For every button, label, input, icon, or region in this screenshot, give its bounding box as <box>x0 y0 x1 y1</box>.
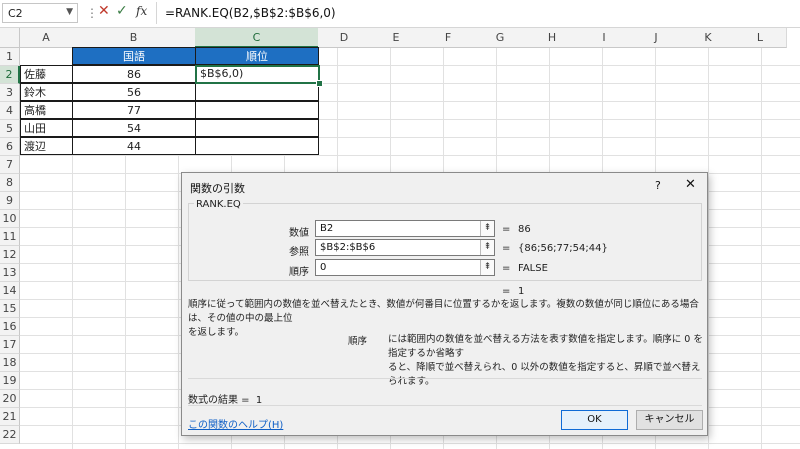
arg-description-name: 順序 <box>348 336 368 347</box>
divider <box>188 405 702 406</box>
arg-label-order: 順序 <box>289 267 309 278</box>
arg-input-order[interactable]: 0 ⇞ <box>315 259 495 276</box>
function-name: RANK.EQ <box>194 199 243 210</box>
score-cell[interactable]: 77 <box>72 101 196 119</box>
row-header-15[interactable]: 15 <box>0 300 20 318</box>
row-header-12[interactable]: 12 <box>0 246 20 264</box>
formula-bar-divider <box>156 2 157 24</box>
name-cell[interactable]: 佐藤 <box>20 65 73 83</box>
name-cell[interactable]: 山田 <box>20 119 73 137</box>
chevron-down-icon[interactable]: ▼ <box>66 7 73 17</box>
equals-sign: = <box>502 224 511 235</box>
row-header-19[interactable]: 19 <box>0 372 20 390</box>
insert-function-icon[interactable]: fx <box>136 4 147 18</box>
row-header-14[interactable]: 14 <box>0 282 20 300</box>
function-arguments-dialog: 関数の引数 ? ✕ RANK.EQ 数値 B2 ⇞ = 86 参照 $B$2:$… <box>181 172 708 436</box>
collapse-dialog-icon[interactable]: ⇞ <box>480 221 494 236</box>
collapse-dialog-icon[interactable]: ⇞ <box>480 260 494 275</box>
column-header-b[interactable]: B <box>72 28 196 48</box>
equals-sign: = <box>502 286 511 297</box>
column-header-j[interactable]: J <box>630 28 683 48</box>
arg-input-number-value: B2 <box>320 223 334 234</box>
column-header-l[interactable]: L <box>734 28 787 48</box>
rank-cell[interactable] <box>195 137 319 155</box>
arg-description-line: ると、降順で並べ替えられ、0 以外の数値を指定すると、昇順で並べ替えられます。 <box>388 362 701 387</box>
column-header-c[interactable]: C <box>195 28 319 48</box>
header-cell-c1[interactable]: 順位 <box>195 47 319 65</box>
collapse-dialog-icon[interactable]: ⇞ <box>480 240 494 255</box>
arg-description: には範囲内の数値を並べ替える方法を表す数値を指定します。順序に 0 を指定するか… <box>388 333 703 389</box>
rank-cell[interactable] <box>195 83 319 101</box>
rank-cell[interactable] <box>195 101 319 119</box>
function-description-line: 順序に従って範囲内の数値を並べ替えたとき、数値が何番目に位置するかを返します。複… <box>188 299 699 324</box>
column-header-e[interactable]: E <box>370 28 423 48</box>
more-options-icon[interactable]: ⋮ <box>86 6 98 20</box>
name-cell[interactable]: 高橋 <box>20 101 73 119</box>
score-cell[interactable]: 86 <box>72 65 196 83</box>
column-header-k[interactable]: K <box>682 28 735 48</box>
formula-result: 数式の結果 = 1 <box>188 391 262 406</box>
select-all-corner[interactable] <box>0 28 20 48</box>
name-cell[interactable]: 渡辺 <box>20 137 73 155</box>
name-box-value: C2 <box>8 7 23 20</box>
row-header-10[interactable]: 10 <box>0 210 20 228</box>
name-cell[interactable]: 鈴木 <box>20 83 73 101</box>
enter-icon[interactable]: ✓ <box>116 3 128 19</box>
row-header-21[interactable]: 21 <box>0 408 20 426</box>
cancel-icon[interactable]: ✕ <box>98 3 110 19</box>
formula-input[interactable]: =RANK.EQ(B2,$B$2:$B$6,0) <box>165 6 336 20</box>
formula-bar: C2 ▼ ⋮ ✕ ✓ fx =RANK.EQ(B2,$B$2:$B$6,0) <box>0 0 800 28</box>
row-header-7[interactable]: 7 <box>0 156 20 174</box>
ok-button[interactable]: OK <box>561 410 628 430</box>
arg-input-ref[interactable]: $B$2:$B$6 ⇞ <box>315 239 495 256</box>
arg-result-order: FALSE <box>518 263 548 274</box>
active-cell-c2[interactable]: $B$6,0) <box>195 65 320 84</box>
arg-description-line: には範囲内の数値を並べ替える方法を表す数値を指定します。順序に 0 を指定するか… <box>388 334 703 359</box>
row-header-4[interactable]: 4 <box>0 102 20 120</box>
fill-handle[interactable] <box>316 80 323 87</box>
score-cell[interactable]: 44 <box>72 137 196 155</box>
column-header-f[interactable]: F <box>422 28 475 48</box>
function-help-link[interactable]: この関数のヘルプ(H) <box>188 416 283 431</box>
row-header-3[interactable]: 3 <box>0 84 20 102</box>
formula-result-inline: 1 <box>518 286 525 297</box>
column-header-g[interactable]: G <box>474 28 527 48</box>
column-header-a[interactable]: A <box>20 28 73 48</box>
divider <box>188 378 702 379</box>
arg-result-ref: {86;56;77;54;44} <box>518 243 608 254</box>
row-header-8[interactable]: 8 <box>0 174 20 192</box>
row-header-20[interactable]: 20 <box>0 390 20 408</box>
score-cell[interactable]: 54 <box>72 119 196 137</box>
column-header-d[interactable]: D <box>318 28 371 48</box>
row-header-13[interactable]: 13 <box>0 264 20 282</box>
arg-input-order-value: 0 <box>320 262 327 273</box>
column-header-h[interactable]: H <box>526 28 579 48</box>
name-box[interactable]: C2 ▼ <box>2 3 78 23</box>
arg-input-ref-value: $B$2:$B$6 <box>320 242 376 253</box>
row-header-11[interactable]: 11 <box>0 228 20 246</box>
row-header-22[interactable]: 22 <box>0 426 20 444</box>
score-cell[interactable]: 56 <box>72 83 196 101</box>
row-header-18[interactable]: 18 <box>0 354 20 372</box>
close-icon[interactable]: ✕ <box>685 177 696 192</box>
column-header-i[interactable]: I <box>578 28 631 48</box>
equals-sign: = <box>502 243 511 254</box>
row-header-16[interactable]: 16 <box>0 318 20 336</box>
cancel-button[interactable]: キャンセル <box>636 410 703 430</box>
arg-label-ref: 参照 <box>289 247 309 258</box>
rank-cell[interactable] <box>195 119 319 137</box>
arg-label-number: 数値 <box>289 228 309 239</box>
row-header-2[interactable]: 2 <box>0 66 20 84</box>
arg-input-number[interactable]: B2 ⇞ <box>315 220 495 237</box>
row-header-5[interactable]: 5 <box>0 120 20 138</box>
row-header-6[interactable]: 6 <box>0 138 20 156</box>
dialog-title: 関数の引数 <box>190 182 245 195</box>
help-icon[interactable]: ? <box>655 179 661 192</box>
row-header-9[interactable]: 9 <box>0 192 20 210</box>
equals-sign: = <box>502 263 511 274</box>
row-header-17[interactable]: 17 <box>0 336 20 354</box>
row-header-1[interactable]: 1 <box>0 48 20 66</box>
arg-result-number: 86 <box>518 224 531 235</box>
header-cell-b1[interactable]: 国語 <box>72 47 196 65</box>
